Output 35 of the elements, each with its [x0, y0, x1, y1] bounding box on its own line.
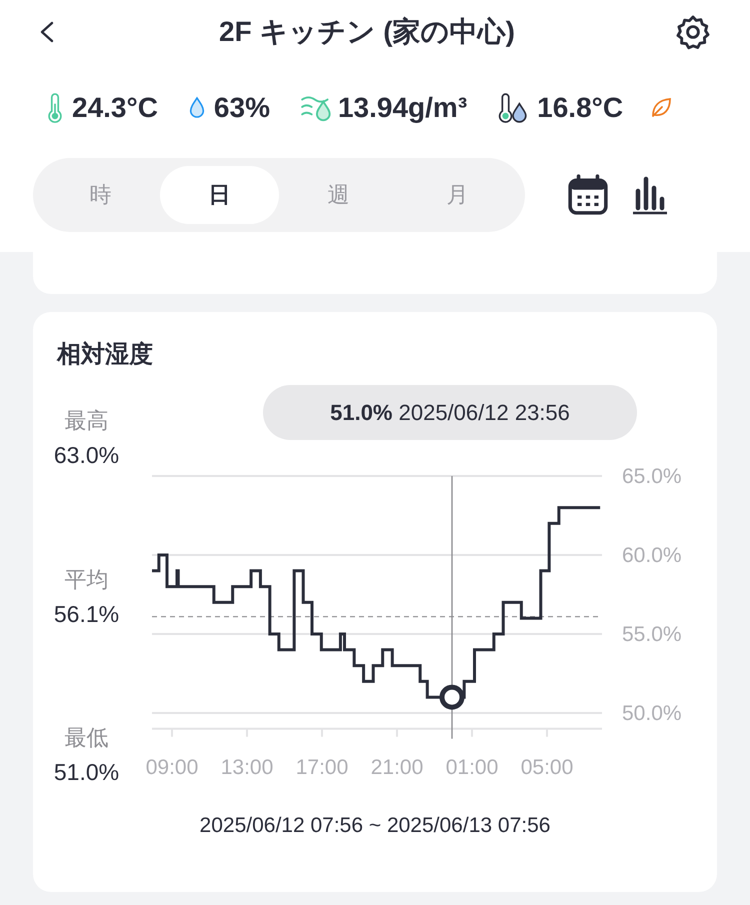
axis-label: 65.0% [622, 465, 682, 488]
axis-label: 50.0% [622, 702, 682, 725]
period-tab[interactable]: 月 [398, 166, 517, 224]
stat-label: 平均 [64, 566, 108, 594]
leaf-icon [649, 96, 674, 120]
selected-point[interactable] [440, 684, 464, 710]
stat-label: 最低 [64, 724, 108, 752]
card-title: 相対湿度 [57, 340, 154, 370]
stat-label: 最高 [64, 407, 108, 435]
thermometer-icon [46, 93, 64, 123]
axis-label: 13:00 [220, 756, 274, 779]
axis-label: 17:00 [296, 756, 348, 779]
page-title: 2F キッチン (家の中心) [219, 15, 515, 49]
date-range: 2025/06/12 07:56 ~ 2025/06/13 07:56 [198, 814, 552, 838]
axis-label: 01:00 [446, 756, 498, 779]
tooltip: 51.0% 2025/06/12 23:56 [263, 385, 637, 440]
axis-label: 60.0% [622, 544, 682, 567]
period-tab[interactable]: 日 [160, 166, 279, 224]
settings-icon[interactable] [674, 13, 712, 51]
axis-label: 09:00 [146, 756, 198, 779]
stat-value: 63.0% [54, 442, 120, 469]
period-tab[interactable]: 週 [279, 166, 398, 224]
reading-value: 63% [214, 92, 270, 124]
thermometer-drop-icon [497, 93, 530, 123]
reading-value: 24.3°C [72, 92, 158, 124]
axis-label: 05:00 [520, 756, 574, 779]
axis-label: 21:00 [370, 756, 424, 779]
stat-value: 56.1% [54, 600, 120, 628]
calendar-icon[interactable] [567, 173, 609, 217]
axis-label: 55.0% [622, 623, 682, 646]
period-tab[interactable]: 時 [41, 166, 160, 224]
stat-value: 51.0% [54, 759, 120, 786]
water-drop-icon [188, 96, 206, 120]
reading-value: 16.8°C [537, 92, 624, 124]
reading-value: 13.94g/m³ [338, 92, 468, 124]
